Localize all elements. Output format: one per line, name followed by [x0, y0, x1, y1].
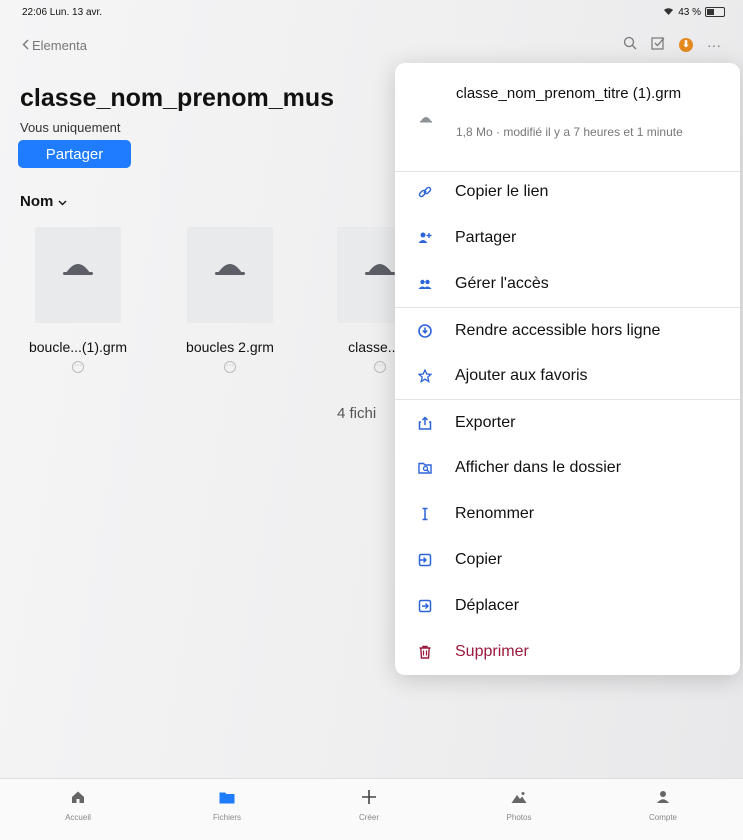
- files-app-screen: 22:06 Lun. 13 avr. 43 % Elementa ⬇ ··· c…: [0, 0, 743, 840]
- tab-label: Créer: [358, 813, 379, 822]
- menu-item-manage-access[interactable]: Gérer l'accès: [395, 261, 740, 307]
- battery-icon: [705, 7, 725, 17]
- menu-item-label: Afficher dans le dossier: [455, 459, 622, 476]
- back-label: Elementa: [32, 38, 87, 53]
- more-icon[interactable]: ···: [224, 361, 236, 373]
- tab-files[interactable]: Fichiers: [177, 787, 277, 822]
- menu-item-label: Déplacer: [455, 597, 520, 614]
- tab-photos[interactable]: Photos: [469, 787, 569, 822]
- menu-item-share[interactable]: Partager: [395, 215, 740, 261]
- status-time: 22:06 Lun. 13 avr.: [22, 7, 103, 18]
- file-thumbnail: [187, 227, 273, 323]
- link-icon: [395, 185, 455, 199]
- offline-icon: [395, 324, 455, 338]
- menu-item-label: Rendre accessible hors ligne: [455, 322, 661, 339]
- page-title: classe_nom_prenom_mus: [20, 84, 335, 112]
- folder-search-icon: [395, 461, 455, 475]
- menu-item-copy[interactable]: Copier: [395, 537, 740, 583]
- tab-label: Photos: [506, 813, 532, 822]
- menu-file-meta: 1,8 Mo · modifié il y a 7 heures et 1 mi…: [456, 125, 683, 139]
- tab-home[interactable]: Accueil: [28, 787, 128, 822]
- offline-status-icon[interactable]: ⬇: [679, 37, 693, 52]
- tab-create[interactable]: Créer: [319, 787, 419, 822]
- photos-icon: [469, 787, 569, 807]
- tab-bar: Accueil Fichiers Créer Photos Compte: [0, 778, 743, 840]
- menu-item-label: Copier le lien: [455, 183, 549, 200]
- status-bar: 22:06 Lun. 13 avr. 43 %: [0, 0, 743, 24]
- chevron-left-icon: [22, 38, 29, 53]
- file-name: boucle...(1).grm: [28, 339, 128, 355]
- file-type-icon: [420, 117, 432, 123]
- menu-item-label: Copier: [455, 551, 503, 568]
- battery-percent: 43 %: [678, 6, 701, 18]
- menu-file-header: classe_nom_prenom_titre (1).grm 1,8 Mo ·…: [395, 63, 740, 172]
- more-icon[interactable]: ···: [707, 37, 721, 53]
- add-person-icon: [395, 231, 455, 245]
- tab-label: Fichiers: [212, 813, 241, 822]
- sharing-status: Vous uniquement: [20, 120, 121, 135]
- rename-icon: [395, 507, 455, 521]
- context-menu: classe_nom_prenom_titre (1).grm 1,8 Mo ·…: [395, 63, 740, 675]
- menu-item-label: Supprimer: [455, 643, 529, 660]
- menu-item-copy-link[interactable]: Copier le lien: [395, 169, 740, 215]
- chevron-down-icon: [58, 193, 67, 210]
- menu-item-label: Gérer l'accès: [455, 275, 549, 292]
- tab-label: Compte: [648, 813, 677, 822]
- file-type-icon: [63, 264, 93, 275]
- menu-item-export[interactable]: Exporter: [395, 399, 740, 446]
- export-icon: [395, 416, 455, 430]
- menu-item-label: Partager: [455, 229, 517, 246]
- menu-item-label: Ajouter aux favoris: [455, 367, 588, 384]
- file-type-icon: [215, 264, 245, 275]
- home-icon: [28, 787, 128, 807]
- select-icon[interactable]: [651, 36, 665, 53]
- folder-icon: [177, 787, 277, 807]
- share-button[interactable]: Partager: [18, 140, 131, 168]
- more-icon[interactable]: ···: [72, 361, 84, 373]
- status-indicators: 43 %: [663, 6, 725, 18]
- menu-item-offline[interactable]: Rendre accessible hors ligne: [395, 307, 740, 354]
- nav-actions: ⬇ ···: [623, 36, 721, 53]
- star-icon: [395, 369, 455, 383]
- file-thumbnail: [35, 227, 121, 323]
- menu-item-delete[interactable]: Supprimer: [395, 629, 740, 675]
- sort-selector[interactable]: Nom: [20, 193, 67, 210]
- tab-label: Accueil: [65, 813, 91, 822]
- people-icon: [395, 277, 455, 291]
- tab-account[interactable]: Compte: [613, 787, 713, 822]
- sort-label: Nom: [20, 193, 54, 210]
- file-count: 4 fichi: [337, 405, 377, 422]
- file-item[interactable]: boucle...(1).grm ···: [18, 227, 138, 373]
- menu-item-rename[interactable]: Renommer: [395, 491, 740, 537]
- more-icon[interactable]: ···: [374, 361, 386, 373]
- plus-icon: [319, 787, 419, 807]
- menu-file-name: classe_nom_prenom_titre (1).grm: [456, 85, 682, 102]
- move-icon: [395, 599, 455, 613]
- copy-icon: [395, 553, 455, 567]
- file-name: boucles 2.grm: [186, 339, 274, 355]
- trash-icon: [395, 645, 455, 659]
- menu-item-show-in-folder[interactable]: Afficher dans le dossier: [395, 445, 740, 491]
- file-item[interactable]: boucles 2.grm ···: [170, 227, 290, 373]
- back-button[interactable]: Elementa: [22, 38, 87, 53]
- account-icon: [613, 787, 713, 807]
- menu-item-favorite[interactable]: Ajouter aux favoris: [395, 353, 740, 399]
- menu-item-label: Exporter: [455, 414, 516, 431]
- menu-item-label: Renommer: [455, 505, 535, 522]
- file-type-icon: [365, 264, 395, 275]
- wifi-icon: [663, 6, 674, 18]
- menu-item-move[interactable]: Déplacer: [395, 583, 740, 629]
- search-icon[interactable]: [623, 36, 637, 53]
